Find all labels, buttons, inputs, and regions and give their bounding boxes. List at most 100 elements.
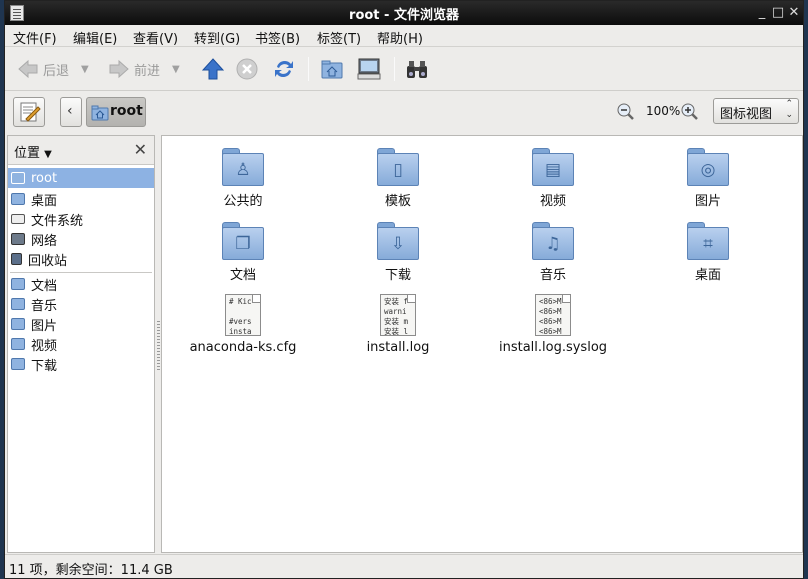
sidebar-item-pictures[interactable]: 图片	[8, 314, 154, 334]
file-item-documents[interactable]: ❐ 文档	[168, 222, 318, 283]
desktop-folder-icon	[11, 193, 25, 205]
file-preview-text: 安装 f warni 安装 m 安装 l	[384, 297, 409, 336]
folder-icon: ▤	[532, 148, 574, 186]
file-item-videos[interactable]: ▤ 视频	[478, 148, 628, 209]
sidebar: 位置 ▼ ✕ root 桌面 文件系统 网络 回收站 文档 音乐 图片 视频 下…	[7, 135, 155, 553]
path-button-root[interactable]: root	[86, 97, 146, 127]
window-title: root - 文件浏览器	[349, 8, 459, 23]
sidebar-item-label: 网络	[31, 233, 58, 249]
menu-help[interactable]: 帮助(H)	[377, 28, 423, 47]
arrow-right-icon	[109, 59, 129, 79]
sidebar-item-network[interactable]: 网络	[8, 229, 154, 249]
chevron-updown-icon: ⌃ ⌄	[785, 99, 793, 120]
up-button[interactable]	[202, 55, 224, 83]
file-item-install-log[interactable]: 安装 f warni 安装 m 安装 l install.log	[323, 294, 473, 355]
folder-icon: ♫	[532, 222, 574, 260]
home-folder-icon	[11, 172, 25, 184]
chevron-down-icon: ▼	[44, 149, 52, 160]
chevron-left-icon: ‹	[67, 103, 73, 119]
reload-button[interactable]	[273, 55, 295, 83]
file-browser-window: root - 文件浏览器 _ □ ✕ 文件(F) 编辑(E) 查看(V) 转到(…	[4, 0, 804, 579]
forward-label: 前进	[134, 63, 161, 79]
menu-bar: 文件(F) 编辑(E) 查看(V) 转到(G) 书签(B) 标签(T) 帮助(H…	[5, 25, 803, 47]
computer-button[interactable]	[357, 55, 381, 83]
stop-icon	[236, 58, 258, 80]
folder-icon: ❐	[222, 222, 264, 260]
folder-icon: ♙	[222, 148, 264, 186]
zoom-out-icon[interactable]	[617, 103, 635, 121]
close-sidebar-icon[interactable]: ✕	[134, 140, 147, 159]
file-item-music[interactable]: ♫ 音乐	[478, 222, 628, 283]
sidebar-item-label: 桌面	[31, 193, 58, 209]
file-item-anaconda-cfg[interactable]: # Kic #vers insta anaconda-ks.cfg	[168, 294, 318, 355]
sidebar-item-documents[interactable]: 文档	[8, 274, 154, 294]
sidebar-item-downloads[interactable]: 下载	[8, 354, 154, 374]
file-item-pictures[interactable]: ◎ 图片	[633, 148, 783, 209]
chevron-down-icon[interactable]: ▼	[81, 64, 89, 75]
toolbar-separator	[394, 57, 395, 81]
home-folder-icon	[91, 105, 109, 121]
menu-go[interactable]: 转到(G)	[194, 28, 240, 47]
back-button[interactable]: 后退 ▼	[17, 55, 89, 83]
file-item-label: 视频	[539, 194, 566, 209]
zoom-in-icon[interactable]	[681, 103, 699, 121]
arrow-up-icon	[202, 58, 224, 80]
home-button[interactable]	[321, 55, 343, 83]
back-label: 后退	[43, 63, 70, 79]
icon-view[interactable]: ♙ 公共的 ▯ 模板 ▤ 视频 ◎ 图片 ❐ 文档 ⇩ 下载 ♫ 音乐 ⌗ 桌面…	[161, 135, 803, 553]
sidebar-places-dropdown[interactable]: 位置 ▼	[14, 142, 52, 161]
path-scroll-left-button[interactable]: ‹	[60, 97, 82, 127]
menu-file[interactable]: 文件(F)	[13, 28, 57, 47]
reload-icon	[275, 60, 293, 78]
sidebar-item-root[interactable]: root	[8, 168, 154, 188]
menu-tabs[interactable]: 标签(T)	[317, 28, 361, 47]
trash-icon	[11, 253, 22, 265]
documents-folder-icon	[11, 278, 25, 290]
sidebar-item-music[interactable]: 音乐	[8, 294, 154, 314]
sidebar-header-label: 位置	[14, 146, 41, 161]
file-item-public[interactable]: ♙ 公共的	[168, 148, 318, 209]
file-item-label: 图片	[694, 194, 721, 209]
file-item-label: 文档	[229, 268, 256, 283]
sidebar-item-filesystem[interactable]: 文件系统	[8, 209, 154, 229]
computer-icon	[357, 58, 381, 80]
title-bar[interactable]: root - 文件浏览器 _ □ ✕	[5, 1, 803, 25]
forward-button[interactable]: 前进 ▼	[108, 55, 180, 83]
file-item-templates[interactable]: ▯ 模板	[323, 148, 473, 209]
sidebar-item-label: 文件系统	[31, 213, 84, 229]
chevron-down-icon[interactable]: ▼	[172, 64, 180, 75]
drive-icon	[11, 214, 25, 224]
folder-icon: ⌗	[687, 222, 729, 260]
text-file-icon: <86>M <86>M <86>M <86>M	[535, 294, 571, 336]
file-item-label: 桌面	[694, 268, 721, 283]
edit-location-icon	[20, 102, 41, 122]
videos-folder-icon	[11, 338, 25, 350]
folder-icon: ⇩	[377, 222, 419, 260]
sidebar-item-trash[interactable]: 回收站	[8, 249, 154, 269]
sidebar-item-label: root	[31, 170, 58, 186]
text-file-icon: 安装 f warni 安装 m 安装 l	[380, 294, 416, 336]
menu-view[interactable]: 查看(V)	[133, 28, 178, 47]
view-mode-select[interactable]: 图标视图 ⌃ ⌄	[713, 98, 799, 124]
location-bar: ‹ root 100% 图标视图 ⌃ ⌄	[5, 91, 803, 133]
sidebar-item-videos[interactable]: 视频	[8, 334, 154, 354]
file-item-desktop[interactable]: ⌗ 桌面	[633, 222, 783, 283]
folder-icon: ▯	[377, 148, 419, 186]
sidebar-item-label: 图片	[31, 318, 58, 334]
status-text: 11 项，剩余空间：11.4 GB	[9, 563, 173, 578]
search-button[interactable]	[405, 55, 429, 83]
stop-button[interactable]	[236, 55, 258, 83]
sidebar-item-label: 回收站	[28, 253, 68, 269]
file-item-install-syslog[interactable]: <86>M <86>M <86>M <86>M install.log.sysl…	[478, 294, 628, 355]
file-item-downloads[interactable]: ⇩ 下载	[323, 222, 473, 283]
network-icon	[11, 233, 25, 245]
pane-resize-handle[interactable]	[157, 321, 160, 371]
menu-bookmarks[interactable]: 书签(B)	[255, 28, 300, 47]
pictures-folder-icon	[11, 318, 25, 330]
sidebar-item-desktop[interactable]: 桌面	[8, 189, 154, 209]
toggle-location-button[interactable]	[13, 97, 45, 127]
sidebar-header: 位置 ▼ ✕	[8, 136, 154, 165]
file-item-label: 模板	[384, 194, 411, 209]
menu-edit[interactable]: 编辑(E)	[73, 28, 117, 47]
close-icon[interactable]: ✕	[785, 4, 803, 22]
